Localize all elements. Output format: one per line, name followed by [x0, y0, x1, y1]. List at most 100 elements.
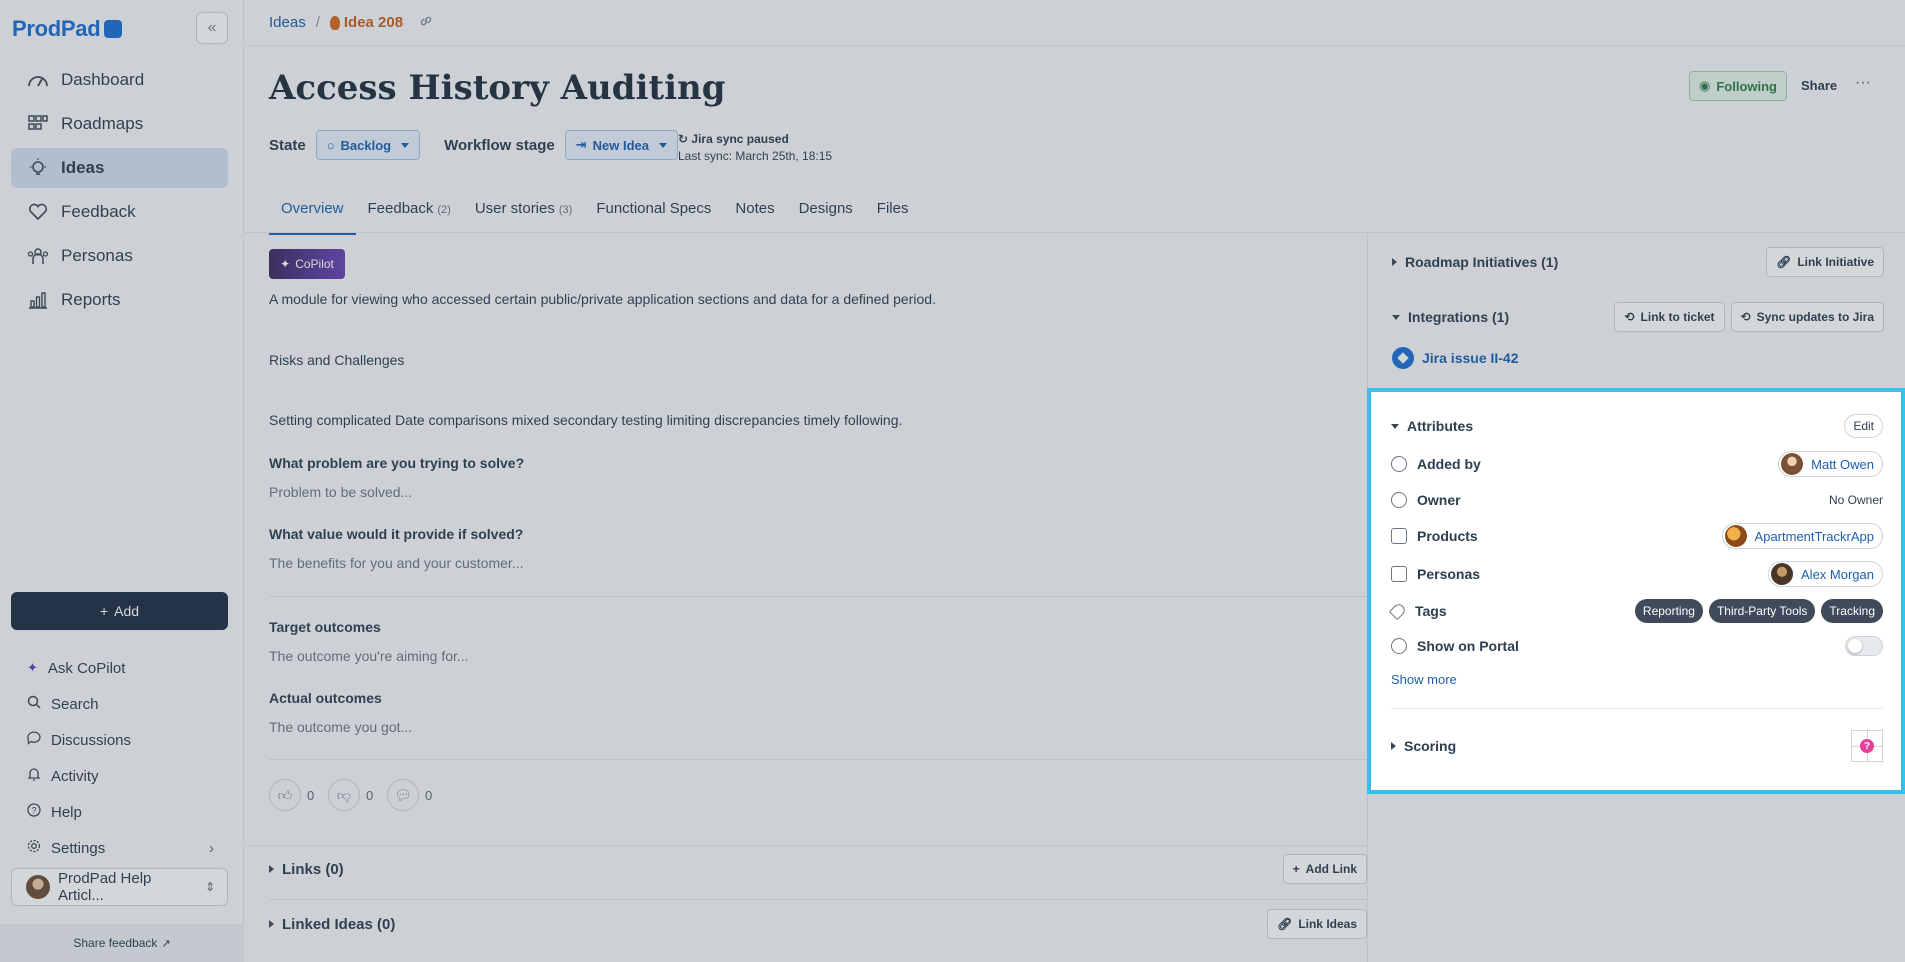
user-chip[interactable]: Matt Owen [1778, 451, 1883, 477]
bookmark-icon [1391, 528, 1407, 544]
actual-outcomes-field[interactable]: The outcome you got... [269, 719, 412, 735]
tab-notes[interactable]: Notes [723, 196, 786, 232]
avatar [1781, 453, 1804, 475]
linked-ideas-label: Linked Ideas (0) [282, 915, 396, 933]
sync-updates-button[interactable]: ⟲ Sync updates to Jira [1730, 302, 1884, 332]
nav-item-feedback[interactable]: Feedback [11, 192, 228, 232]
attributes-header[interactable]: Attributes Edit [1391, 414, 1883, 438]
show-on-portal-toggle[interactable] [1845, 636, 1883, 656]
share-feedback-label: Share feedback [73, 936, 158, 950]
account-switcher[interactable]: ProdPad Help Articl... ⇕ [11, 868, 228, 906]
edit-attributes-button[interactable]: Edit [1844, 414, 1883, 438]
risks-text[interactable]: Setting complicated Date comparisons mix… [269, 412, 1339, 428]
jira-sync-status: ↻ Jira sync paused Last sync: March 25th… [678, 131, 832, 165]
scoring-matrix-icon[interactable]: ? [1851, 730, 1883, 762]
comment-vote[interactable]: 💬︎ 0 [387, 779, 432, 811]
breadcrumb-ideas[interactable]: Ideas [269, 14, 306, 31]
workflow-select[interactable]: ⇥ New Idea [564, 130, 678, 160]
nav-item-personas[interactable]: Personas [11, 236, 228, 276]
link-to-ticket-button[interactable]: ⟲ Link to ticket [1614, 302, 1725, 332]
tag-chip[interactable]: Third-Party Tools [1708, 599, 1816, 623]
nav-item-activity[interactable]: Activity [11, 758, 228, 794]
share-button[interactable]: Share [1801, 78, 1837, 93]
tab-user-stories[interactable]: User stories (3) [463, 196, 584, 232]
nav-item-dashboard[interactable]: Dashboard [11, 60, 228, 100]
copilot-button[interactable]: ✦ CoPilot [269, 249, 345, 279]
problem-field[interactable]: Problem to be solved... [269, 484, 412, 500]
added-by-name: Matt Owen [1811, 456, 1874, 472]
attributes-panel: Attributes Edit Added by Matt Owen Owner… [1367, 388, 1905, 794]
copilot-label: CoPilot [295, 257, 334, 271]
tab-functional-specs[interactable]: Functional Specs [584, 196, 723, 232]
owner-value[interactable]: No Owner [1829, 493, 1883, 507]
tag-chip[interactable]: Tracking [1821, 599, 1883, 623]
share-feedback-link[interactable]: Share feedback ↗ [0, 924, 244, 962]
caret-down-icon [1392, 314, 1400, 320]
state-select[interactable]: ○ Backlog [315, 130, 421, 160]
show-more-link[interactable]: Show more [1391, 672, 1457, 687]
tab-label: Designs [798, 200, 853, 217]
add-button[interactable]: + Add [11, 592, 228, 630]
persona-chip[interactable]: Alex Morgan [1768, 561, 1883, 587]
secondary-nav: ✦ Ask CoPilot Search Discussions Activit… [11, 650, 228, 866]
scoring-section[interactable]: Scoring ? [1391, 730, 1883, 762]
links-section[interactable]: Links (0) + Add Link [269, 846, 1367, 892]
link-initiative-button[interactable]: 🔗︎ Link Initiative [1766, 247, 1884, 277]
integrations-label: Integrations (1) [1408, 309, 1510, 325]
linked-ideas-section[interactable]: Linked Ideas (0) 🔗︎ Link Ideas [269, 901, 1367, 947]
value-field[interactable]: The benefits for you and your customer..… [269, 555, 523, 571]
last-sync: Last sync: March 25th, 18:15 [678, 149, 833, 163]
nav-label-help: Help [51, 803, 82, 821]
personas-row: Personas Alex Morgan [1391, 560, 1883, 588]
target-outcomes-field[interactable]: The outcome you're aiming for... [269, 648, 469, 664]
copy-link-icon[interactable] [419, 14, 433, 31]
integrations-actions: ⟲ Link to ticket ⟲ Sync updates to Jira [1614, 302, 1884, 332]
divider [269, 596, 1367, 597]
owner-row: Owner No Owner [1391, 486, 1883, 514]
roadmap-initiatives-section[interactable]: Roadmap Initiatives (1) 🔗︎ Link Initiati… [1392, 247, 1884, 277]
more-options-icon[interactable]: ··· [1855, 74, 1871, 92]
sync-icon: ⟲ [1740, 310, 1751, 324]
product-avatar [1724, 525, 1747, 547]
nav-label-roadmaps: Roadmaps [61, 114, 144, 133]
nav-item-settings[interactable]: Settings › [11, 830, 228, 866]
following-label: Following [1716, 78, 1777, 94]
circle-icon: ○ [326, 137, 335, 153]
nav-label-search: Search [51, 695, 99, 713]
nav-item-ask-copilot[interactable]: ✦ Ask CoPilot [11, 650, 228, 686]
nav-item-help[interactable]: ? Help [11, 794, 228, 830]
tab-designs[interactable]: Designs [787, 196, 865, 232]
chevron-right-icon: › [209, 839, 214, 857]
upvote[interactable]: 👍︎ 0 [269, 779, 314, 811]
tab-feedback[interactable]: Feedback (2) [356, 196, 463, 232]
nav-item-discussions[interactable]: Discussions [11, 722, 228, 758]
product-chip[interactable]: ApartmentTrackrApp [1721, 523, 1883, 549]
plus-icon: + [99, 603, 109, 619]
caret-down-icon [658, 142, 667, 148]
tab-overview[interactable]: Overview [269, 196, 356, 235]
following-button[interactable]: ◉ Following [1689, 71, 1787, 101]
help-icon: ? [27, 803, 41, 821]
nav-item-search[interactable]: Search [11, 686, 228, 722]
value-label: What value would it provide if solved? [269, 526, 524, 542]
tab-files[interactable]: Files [865, 196, 921, 232]
nav-item-ideas[interactable]: Ideas [11, 148, 228, 188]
tag-chip[interactable]: Reporting [1634, 599, 1703, 623]
nav-item-reports[interactable]: Reports [11, 280, 228, 320]
external-link-icon: ↗ [161, 937, 171, 950]
jira-issue-link[interactable]: Jira issue II-42 [1392, 347, 1519, 369]
collapse-sidebar-button[interactable]: « [196, 12, 228, 44]
tabs: Overview Feedback (2) User stories (3) Fun… [269, 196, 921, 235]
nav-label-ask-copilot: Ask CoPilot [47, 659, 126, 677]
idea-description[interactable]: A module for viewing who accessed certai… [269, 291, 1339, 307]
integrations-section[interactable]: Integrations (1) ⟲ Link to ticket ⟲ Sync… [1392, 302, 1884, 332]
prodpad-logo[interactable]: ProdPad [12, 16, 123, 42]
tags-label: Tags [1415, 603, 1447, 619]
downvote[interactable]: 👎︎ 0 [328, 779, 373, 811]
nav-item-roadmaps[interactable]: Roadmaps [11, 104, 228, 144]
scoring-label: Scoring [1404, 738, 1457, 754]
link-ideas-button[interactable]: 🔗︎ Link Ideas [1267, 909, 1367, 939]
add-link-button[interactable]: + Add Link [1282, 854, 1367, 884]
account-label: ProdPad Help Articl... [58, 870, 152, 904]
attributes-label: Attributes [1407, 418, 1474, 434]
